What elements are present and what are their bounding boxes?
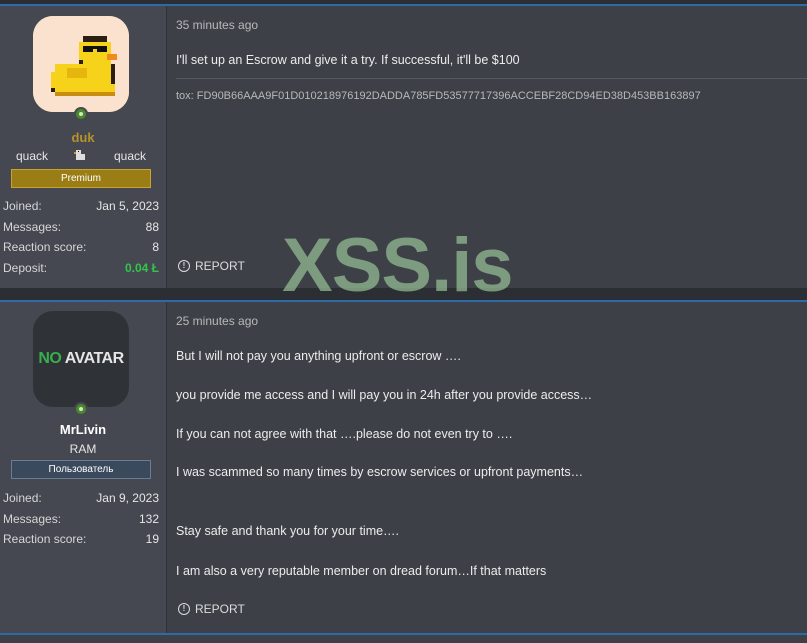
avatar-duck[interactable]	[33, 16, 129, 112]
stat-label: Reaction score:	[3, 532, 87, 546]
stat-messages: Messages: 88	[0, 220, 166, 241]
no-avatar-text: NO AVATAR	[38, 350, 124, 368]
stat-messages: Messages: 132	[0, 512, 166, 533]
stat-joined: Joined: Jan 9, 2023	[0, 491, 166, 512]
message-line: you provide me access and I will pay you…	[176, 388, 593, 402]
post-content: 25 minutes ago But I will not pay you an…	[176, 302, 807, 633]
avatar-container[interactable]	[33, 16, 129, 121]
report-button[interactable]: ! REPORT	[178, 602, 245, 616]
online-status-icon	[74, 402, 88, 416]
stat-value: 8	[152, 240, 159, 254]
stat-label: Reaction score:	[3, 240, 87, 254]
report-label: REPORT	[195, 602, 245, 616]
watermark: XSS.is	[282, 223, 514, 308]
user-group-banner: Пользователь	[11, 460, 151, 479]
report-label: REPORT	[195, 259, 245, 273]
stat-reaction-score: Reaction score: 19	[0, 532, 166, 553]
post-time[interactable]: 35 minutes ago	[176, 18, 258, 32]
info-icon: !	[178, 603, 190, 615]
signature-divider	[176, 78, 807, 79]
user-title-left: quack	[16, 149, 49, 163]
message-line: If you can not agree with that ….please …	[176, 427, 513, 441]
avatar-container[interactable]: NO AVATAR	[33, 311, 129, 416]
stat-label: Deposit:	[3, 260, 48, 275]
message-line: I am also a very reputable member on dre…	[176, 564, 547, 578]
stat-value: Jan 9, 2023	[96, 491, 159, 505]
no-avatar-rest: AVATAR	[64, 350, 124, 367]
duck-emoji-icon	[73, 148, 87, 165]
user-stats: Joined: Jan 5, 2023 Messages: 88 Reactio…	[0, 199, 166, 281]
stat-value: Jan 5, 2023	[96, 199, 159, 213]
user-stats: Joined: Jan 9, 2023 Messages: 132 Reacti…	[0, 491, 166, 553]
message-line: But I will not pay you anything upfront …	[176, 349, 461, 363]
stat-deposit: Deposit: 0.04 Ł	[0, 261, 166, 282]
post-2: NO AVATAR MrLivin RAM Пользователь Joine…	[0, 300, 807, 633]
stat-value: 0.04 Ł	[124, 260, 159, 275]
duck-avatar-icon	[33, 16, 129, 112]
stat-value[interactable]: 88	[146, 220, 159, 234]
next-post-edge	[0, 633, 807, 643]
stat-reaction-score: Reaction score: 8	[0, 240, 166, 261]
report-button[interactable]: ! REPORT	[178, 259, 245, 273]
signature: tox: FD90B66AAA9F01D010218976192DADDA785…	[176, 90, 701, 102]
username[interactable]: MrLivin	[0, 422, 166, 437]
stat-label: Messages:	[3, 219, 62, 234]
stat-value: 19	[145, 532, 159, 546]
no-avatar-no: NO	[38, 350, 62, 367]
username[interactable]: duk	[0, 130, 166, 145]
user-panel: NO AVATAR MrLivin RAM Пользователь Joine…	[0, 302, 167, 633]
stat-label: Joined:	[3, 491, 42, 505]
stat-joined: Joined: Jan 5, 2023	[0, 199, 166, 220]
message-line: I'll set up an Escrow and give it a try.…	[176, 53, 520, 67]
online-status-icon	[74, 107, 88, 121]
message-line: Stay safe and thank you for your time….	[176, 524, 400, 538]
user-panel: duk quack quack Premium Joined: Jan 5, 2…	[0, 6, 167, 288]
post-time[interactable]: 25 minutes ago	[176, 314, 258, 328]
user-title: RAM	[69, 442, 97, 456]
premium-banner: Premium	[11, 169, 151, 188]
user-title-right: quack	[113, 149, 146, 163]
info-icon: !	[178, 260, 190, 272]
stat-label: Messages:	[3, 511, 62, 526]
stat-value[interactable]: 132	[139, 512, 159, 526]
message-line: I was scammed so many times by escrow se…	[176, 465, 584, 479]
stat-label: Joined:	[3, 199, 42, 213]
avatar-placeholder[interactable]: NO AVATAR	[33, 311, 129, 407]
